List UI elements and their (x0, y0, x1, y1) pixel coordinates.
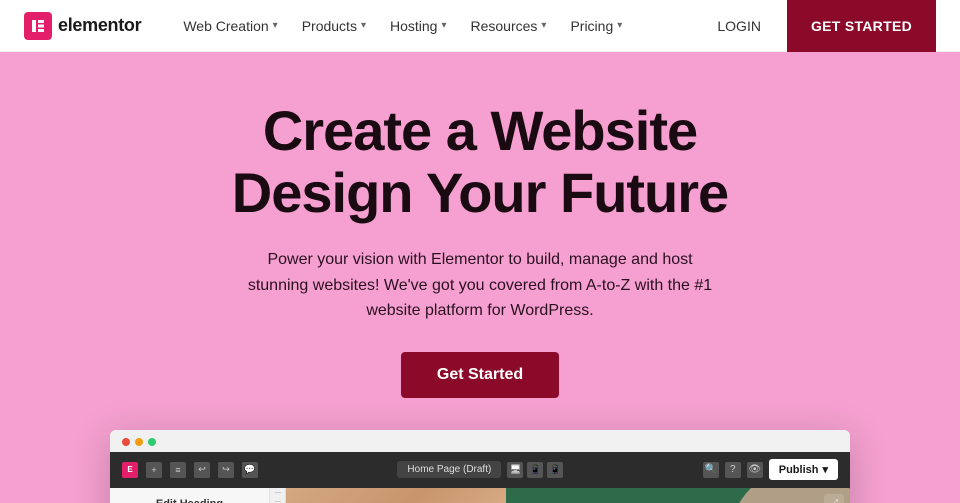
hero-cta-button[interactable]: Get Started (401, 352, 559, 398)
nav-label-resources: Resources (470, 18, 537, 34)
redo-icon[interactable]: ↪ (218, 462, 234, 478)
nav-item-web-creation[interactable]: Web Creation ▾ (173, 12, 287, 40)
nav-right: LOGIN GET STARTED (707, 0, 936, 52)
desktop-view-icon[interactable]: 🖥 (507, 462, 523, 478)
navbar: elementor Web Creation ▾ Products ▾ Host… (0, 0, 960, 52)
nav-label-pricing: Pricing (570, 18, 613, 34)
elementor-logo-icon (24, 12, 52, 40)
mobile-view-icon[interactable]: 📱 (547, 462, 563, 478)
minimize-dot (135, 438, 143, 446)
nav-item-resources[interactable]: Resources ▾ (460, 12, 556, 40)
nav-label-web-creation: Web Creation (183, 18, 268, 34)
chevron-down-icon: ▾ (441, 20, 446, 31)
maximize-dot (148, 438, 156, 446)
page-tab-label: Home Page (Draft) (397, 461, 501, 478)
chevron-down-icon: ▾ (541, 20, 546, 31)
logo-text: elementor (58, 15, 141, 36)
window-controls (110, 430, 850, 452)
undo-icon[interactable]: ↩ (194, 462, 210, 478)
folder-icon[interactable]: ≡ (170, 462, 186, 478)
chevron-down-icon: ▾ (273, 20, 278, 31)
logo[interactable]: elementor (24, 12, 141, 40)
chat-icon[interactable]: 💬 (242, 462, 258, 478)
tablet-view-icon[interactable]: 📱 (527, 462, 543, 478)
nav-label-hosting: Hosting (390, 18, 437, 34)
eye-icon[interactable]: 👁 (747, 462, 763, 478)
close-dot (122, 438, 130, 446)
help-icon[interactable]: ? (725, 462, 741, 478)
hero-subtitle: Power your vision with Elementor to buil… (240, 247, 720, 324)
nav-item-products[interactable]: Products ▾ (292, 12, 376, 40)
add-icon[interactable]: + (146, 462, 162, 478)
chevron-down-icon: ▾ (361, 20, 366, 31)
hero-section: Create a Website Design Your Future Powe… (0, 52, 960, 503)
editor-panel: Edit Heading Content Style Advanced ✏️ ☰… (110, 488, 270, 503)
login-button[interactable]: LOGIN (707, 12, 771, 40)
toolbar-right-icons: 🔍 ? 👁 Publish ▾ (703, 459, 838, 480)
get-started-nav-button[interactable]: GET STARTED (787, 0, 936, 52)
ruler-left (270, 488, 286, 503)
nav-label-products: Products (302, 18, 357, 34)
editor-toolbar: E + ≡ ↩ ↪ 💬 Home Page (Draft) 🖥 📱 📱 🔍 ? … (110, 452, 850, 488)
chevron-down-icon: ▾ (617, 20, 622, 31)
editor-canvas: ⤢ SPRING (286, 488, 850, 503)
hero-title: Create a Website Design Your Future (24, 100, 936, 223)
nav-item-hosting[interactable]: Hosting ▾ (380, 12, 457, 40)
chevron-down-icon: ▾ (822, 463, 828, 476)
editor-body: Edit Heading Content Style Advanced ✏️ ☰… (110, 488, 850, 503)
ruler-mark (275, 501, 281, 502)
canvas-cocktail-area (286, 488, 506, 503)
editor-preview: E + ≡ ↩ ↪ 💬 Home Page (Draft) 🖥 📱 📱 🔍 ? … (110, 430, 850, 503)
search-icon[interactable]: 🔍 (703, 462, 719, 478)
ruler-mark (275, 492, 281, 493)
elementor-editor-icon: E (122, 462, 138, 478)
hero-title-line2: Design Your Future (232, 161, 728, 224)
canvas-green-area: ⤢ SPRING (506, 488, 850, 503)
nav-links: Web Creation ▾ Products ▾ Hosting ▾ Reso… (173, 12, 707, 40)
hero-title-line1: Create a Website (263, 99, 697, 162)
cocktail-visual (286, 488, 506, 503)
resize-handle[interactable]: ⤢ (824, 494, 844, 503)
panel-title: Edit Heading (120, 498, 259, 503)
nav-item-pricing[interactable]: Pricing ▾ (560, 12, 632, 40)
toolbar-center: Home Page (Draft) 🖥 📱 📱 (266, 461, 695, 478)
publish-button[interactable]: Publish ▾ (769, 459, 838, 480)
